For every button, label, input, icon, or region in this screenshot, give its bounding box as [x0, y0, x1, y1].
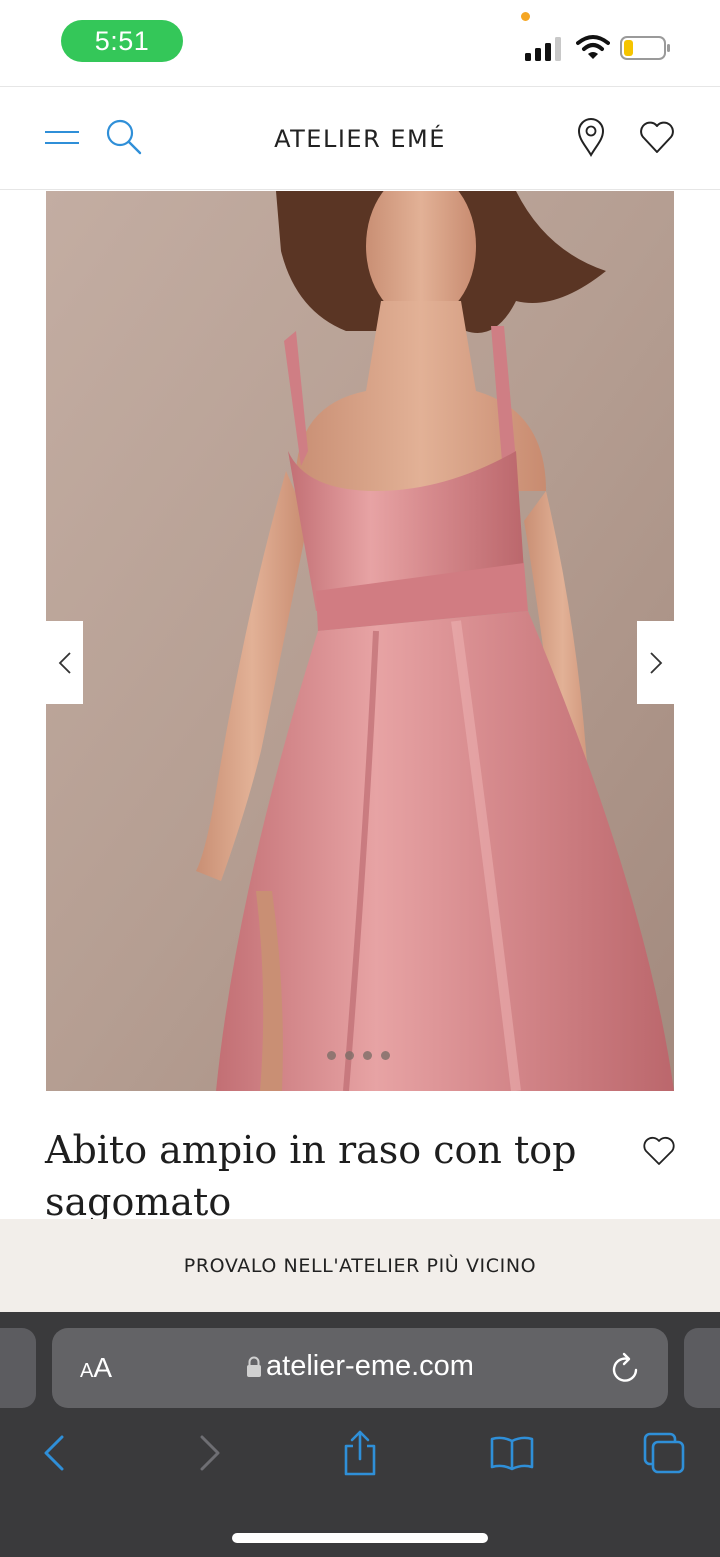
reload-icon[interactable] [610, 1350, 642, 1386]
home-indicator[interactable] [232, 1533, 488, 1543]
share-icon [344, 1430, 376, 1476]
privacy-indicator-dot [521, 12, 530, 21]
product-image-carousel[interactable] [46, 191, 674, 1091]
bookmarks-button[interactable] [488, 1428, 536, 1478]
address-bar[interactable]: AA atelier-eme.com [52, 1328, 668, 1408]
tabs-icon [643, 1432, 685, 1474]
url-display[interactable]: atelier-eme.com [52, 1350, 668, 1383]
try-in-atelier-button[interactable]: PROVALO NELL'ATELIER PIÙ VICINO [0, 1219, 720, 1312]
carousel-pagination [327, 1051, 390, 1060]
share-button[interactable] [336, 1428, 384, 1478]
carousel-dot[interactable] [381, 1051, 390, 1060]
back-icon [44, 1435, 64, 1471]
forward-button[interactable] [186, 1428, 234, 1478]
location-pin-icon[interactable] [575, 117, 607, 157]
browser-toolbar [0, 1420, 720, 1490]
carousel-dot[interactable] [345, 1051, 354, 1060]
site-header: ATELIER EMÉ [0, 86, 720, 190]
previous-tab-peek[interactable] [0, 1328, 36, 1408]
add-to-wishlist-heart-icon[interactable] [642, 1135, 676, 1167]
status-bar: 5:51 [0, 0, 720, 86]
wifi-icon [576, 35, 610, 59]
tabs-button[interactable] [640, 1428, 688, 1478]
next-tab-peek[interactable] [684, 1328, 720, 1408]
heart-icon[interactable] [638, 119, 676, 155]
product-photo [46, 191, 674, 1091]
carousel-prev-button[interactable] [46, 621, 83, 704]
product-title: Abito ampio in raso con top sagomato [45, 1128, 577, 1224]
url-text: atelier-eme.com [266, 1350, 474, 1382]
cta-label: PROVALO NELL'ATELIER PIÙ VICINO [183, 1254, 537, 1277]
browser-chrome: AA atelier-eme.com [0, 1312, 720, 1557]
battery-icon [620, 36, 670, 60]
forward-icon [200, 1435, 220, 1471]
chevron-left-icon [58, 651, 71, 674]
brand-logo[interactable]: ATELIER EMÉ [0, 125, 720, 153]
back-button[interactable] [30, 1428, 78, 1478]
lock-icon [247, 1356, 262, 1378]
carousel-dot[interactable] [363, 1051, 372, 1060]
cellular-signal-icon [525, 37, 561, 61]
carousel-next-button[interactable] [637, 621, 674, 704]
bookmarks-icon [490, 1436, 534, 1471]
status-time: 5:51 [61, 20, 183, 62]
carousel-dot[interactable] [327, 1051, 336, 1060]
chevron-right-icon [649, 651, 662, 674]
